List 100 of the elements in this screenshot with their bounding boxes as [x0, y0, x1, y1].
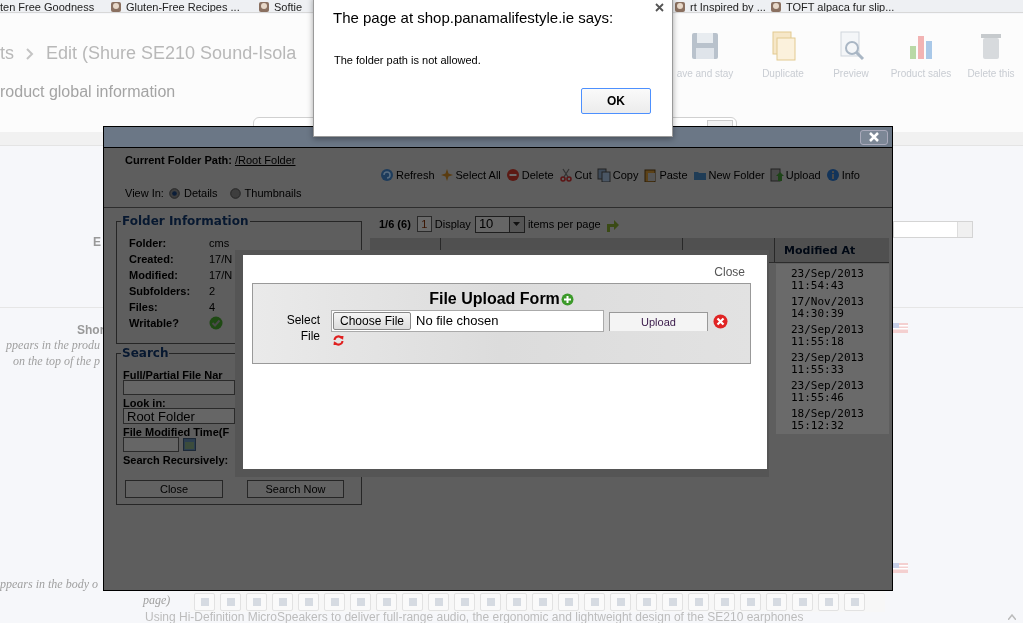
page-link[interactable]: 1 — [416, 216, 432, 232]
file-input[interactable]: Choose File No file chosen — [331, 310, 604, 332]
toolbar-link[interactable]: Info — [841, 167, 860, 184]
page-count: 1/6 (6) — [379, 216, 411, 232]
bookmark-link[interactable]: Softie — [274, 0, 303, 12]
select-field[interactable]: Root Folder — [123, 408, 235, 424]
scroll-up-icon — [1008, 614, 1016, 620]
editor-tool-icon — [354, 595, 367, 608]
editor-tool-button[interactable] — [454, 592, 475, 611]
editor-tool-button[interactable] — [714, 592, 735, 611]
date-field[interactable] — [123, 437, 179, 452]
editor-tool-button[interactable] — [636, 592, 657, 611]
editor-tool-button[interactable] — [558, 592, 579, 611]
radio-button[interactable] — [229, 187, 241, 199]
editor-tool-button[interactable] — [480, 592, 501, 611]
editor-tool-button[interactable] — [766, 592, 787, 611]
close-icon[interactable] — [655, 3, 664, 12]
caret-down-icon — [513, 222, 521, 226]
pager-label: items per page — [527, 216, 601, 232]
table-cell-text: 23/Sep/2013 11:55:46 — [790, 380, 865, 404]
editor-tool-icon — [770, 595, 783, 608]
view-label: View In: — [125, 186, 164, 201]
panel-title: Folder Information — [121, 214, 250, 228]
info-label: Created: — [129, 252, 175, 267]
delete-icon — [505, 168, 520, 183]
info-label: Subfolders: — [129, 284, 192, 299]
copy-icon — [596, 168, 611, 183]
info-label: Folder: — [129, 236, 168, 251]
editor-tool-button[interactable] — [532, 592, 553, 611]
editor-tool-icon — [614, 595, 627, 608]
toolbar-link[interactable]: Paste — [659, 167, 688, 184]
field-label: File Modified Time(F — [123, 425, 230, 440]
info-value: 17/N — [209, 252, 233, 267]
editor-tool-button[interactable] — [194, 592, 215, 611]
select-field[interactable] — [893, 221, 973, 238]
editor-tool-icon — [666, 595, 679, 608]
editor-tool-button[interactable] — [402, 592, 423, 611]
select-field[interactable]: 10 — [474, 215, 525, 233]
editor-tool-button[interactable] — [298, 592, 319, 611]
editor-tool-icon — [848, 595, 861, 608]
toolbar-link[interactable]: New Folder — [708, 167, 765, 184]
editor-tool-button[interactable] — [220, 592, 241, 611]
editor-tool-icon — [250, 595, 263, 608]
editor-tool-icon — [692, 595, 705, 608]
editor-tool-button[interactable] — [818, 592, 839, 611]
field-hint: ppears in the produ on the top of the p — [4, 337, 100, 369]
close-button[interactable]: Close — [125, 480, 223, 498]
editor-tool-button[interactable] — [246, 592, 267, 611]
editor-tool-icon — [536, 595, 549, 608]
editor-tool-icon — [640, 595, 653, 608]
info-value: cms — [209, 236, 230, 251]
editor-tool-button[interactable] — [740, 592, 761, 611]
editor-tool-button[interactable] — [324, 592, 345, 611]
field-hint: page) — [143, 592, 171, 609]
bookmark-link[interactable]: ten Free Goodness — [0, 0, 95, 12]
ok-button[interactable]: OK — [581, 88, 651, 114]
info-label: Files: — [129, 300, 159, 315]
breadcrumb-link[interactable]: ts — [0, 40, 14, 67]
clipboard-icon — [643, 168, 658, 183]
editor-tool-button[interactable] — [792, 592, 813, 611]
editor-tool-button[interactable] — [428, 592, 449, 611]
remove-icon[interactable] — [713, 314, 728, 329]
info-value: 4 — [209, 300, 216, 315]
bookmark-link[interactable]: rt Inspired by ... — [690, 0, 766, 12]
editor-tool-icon — [406, 595, 419, 608]
calendar-icon[interactable] — [183, 438, 196, 451]
editor-tool-button[interactable] — [844, 592, 865, 611]
path-link[interactable]: /Root Folder — [234, 152, 296, 169]
editor-tool-icon — [458, 595, 471, 608]
toolbar-link[interactable]: Select All — [455, 167, 501, 184]
refresh-icon[interactable] — [332, 334, 345, 347]
editor-tool-button[interactable] — [350, 592, 371, 611]
bookmark-link[interactable]: TOFT alpaca fur slip... — [786, 0, 895, 12]
upload-button[interactable]: Upload — [609, 312, 708, 331]
toolbar-link[interactable]: Copy — [612, 167, 639, 184]
plus-icon — [560, 292, 574, 306]
toolbar-link[interactable]: Upload — [785, 167, 821, 184]
editor-tool-button[interactable] — [376, 592, 397, 611]
table-cell-text: 23/Sep/2013 11:54:43 — [790, 268, 865, 292]
input-field[interactable] — [123, 380, 235, 395]
editor-tool-button[interactable] — [506, 592, 527, 611]
toolbar-link[interactable]: Delete — [521, 167, 554, 184]
editor-tool-button[interactable] — [584, 592, 605, 611]
search-button[interactable]: Search Now — [247, 480, 344, 498]
toolbar-link[interactable]: Refresh — [396, 167, 435, 184]
panel-title: Search — [121, 346, 170, 360]
field-label: Search Recursively: — [123, 453, 229, 468]
toolbar-link[interactable]: Cut — [574, 167, 592, 184]
table-cell-text: 23/Sep/2013 11:55:18 — [790, 324, 865, 348]
radio-button[interactable] — [168, 187, 180, 199]
editor-tool-button[interactable] — [610, 592, 631, 611]
bookmark-link[interactable]: Gluten-Free Recipes ... — [126, 0, 240, 12]
editor-tool-button[interactable] — [272, 592, 293, 611]
editor-tool-button[interactable] — [662, 592, 683, 611]
chevron-right-icon — [26, 47, 34, 60]
editor-tool-icon — [432, 595, 445, 608]
editor-tool-button[interactable] — [688, 592, 709, 611]
info-value: 17/N — [209, 268, 233, 283]
editor-tool-icon — [380, 595, 393, 608]
close-link[interactable]: Close — [714, 263, 745, 281]
